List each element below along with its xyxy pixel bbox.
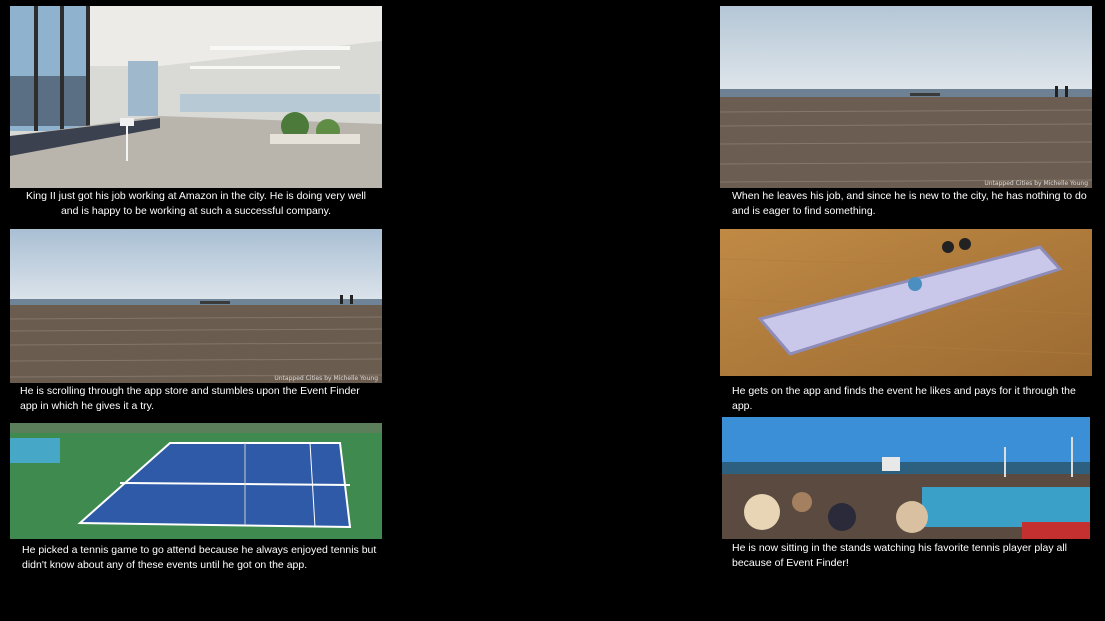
office-caption: King II just got his job working at Amaz… <box>25 190 367 217</box>
stadium-photo <box>722 417 1090 539</box>
phone-caption: He gets on the app and finds the event h… <box>732 385 1076 412</box>
boardwalk-caption: He is scrolling through the app store an… <box>20 385 360 412</box>
tennis-court-photo <box>10 423 382 539</box>
photo-credit-watermark-right: Untapped Cities by Michelle Young <box>984 180 1088 187</box>
phone-photo <box>720 229 1092 376</box>
office-photo <box>10 6 382 188</box>
boardwalk-photo: Untapped Cities by Michelle Young <box>10 229 382 383</box>
stadium-caption: He is now sitting in the stands watching… <box>732 542 1068 569</box>
boardwalk-right-caption: When he leaves his job, and since he is … <box>732 190 1087 217</box>
boardwalk-photo-right: Untapped Cities by Michelle Young <box>720 6 1092 188</box>
photo-credit-watermark: Untapped Cities by Michelle Young <box>274 375 378 382</box>
tennis-court-caption: He picked a tennis game to go attend bec… <box>22 544 377 571</box>
